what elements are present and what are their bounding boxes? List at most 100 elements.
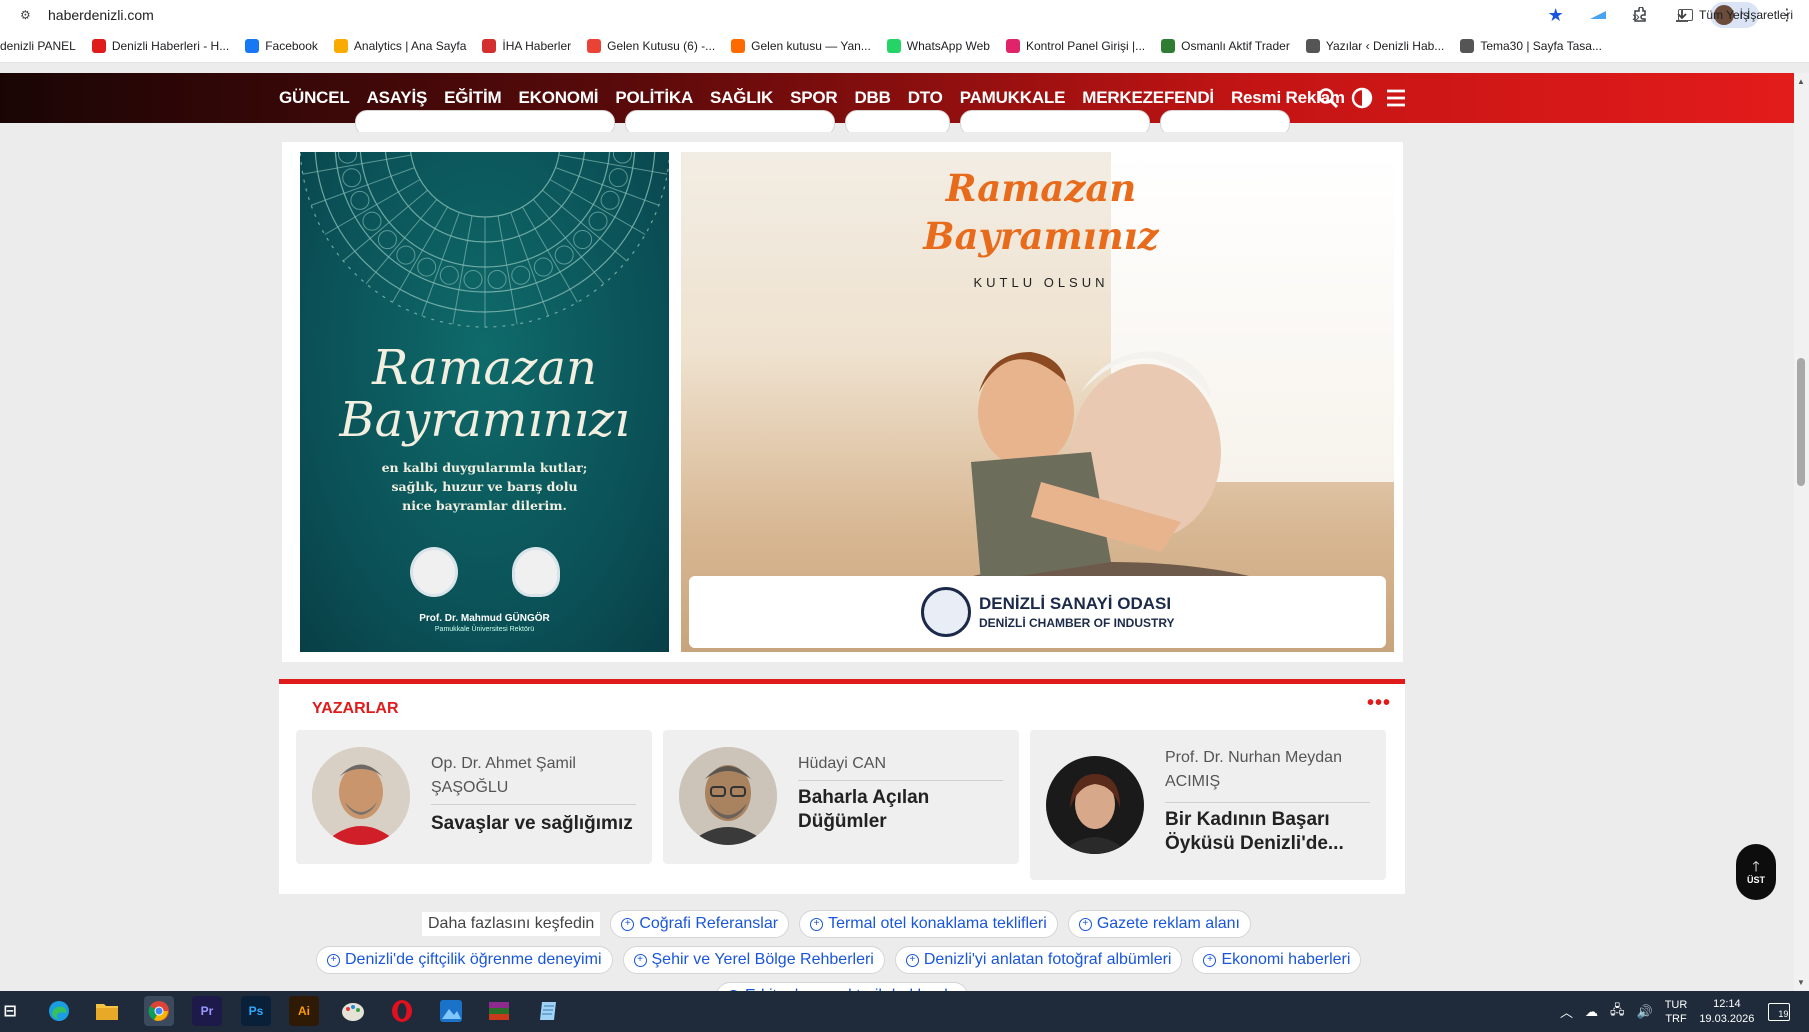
tag-chip[interactable] [1160,110,1290,132]
writer-article-title[interactable]: Baharla Açılan Düğümler [798,786,1008,834]
writer-card[interactable]: Prof. Dr. Nurhan Meydan ACIMIŞ Bir Kadın… [1030,730,1386,880]
plus-circle-icon: + [905,953,919,967]
writer-article-title[interactable]: Savaşlar ve sağlığımız [431,812,641,836]
tag-chip[interactable] [845,110,950,132]
search-icon[interactable] [1316,86,1340,110]
language-line1: TUR [1664,998,1688,1011]
discover-chip[interactable]: + Şehir ve Yerel Bölge Rehberleri [622,946,885,974]
dark-mode-toggle-icon[interactable] [1350,86,1374,110]
winrar-icon[interactable] [484,996,514,1026]
plus-circle-icon: + [1078,917,1092,931]
tag-chip[interactable] [960,110,1150,132]
all-bookmarks-button[interactable]: Tüm Yer İşaretleri [1678,8,1793,22]
site-settings-icon[interactable]: ⚙ [20,9,36,21]
discover-chip-label: Termal otel konaklama teklifleri [828,915,1047,932]
nav-link[interactable]: MERKEZEFENDİ [1082,88,1214,108]
bookmark-item[interactable]: Tema30 | Sayfa Tasa... [1460,39,1602,53]
discover-label: Daha fazlasını keşfedin [422,912,601,936]
bookmark-item[interactable]: Yazılar ‹ Denizli Hab... [1305,39,1444,53]
bookmark-item[interactable]: Analytics | Ana Sayfa [333,39,466,53]
bookmark-label: Gelen Kutusu (6) -... [607,39,716,53]
scroll-up-arrow-icon[interactable]: ▲ [1797,77,1805,86]
bookmark-item[interactable]: Kontrol Panel Girişi |... [1005,39,1146,53]
bookmark-label: Osmanlı Aktif Trader [1181,39,1290,53]
paint-icon[interactable] [338,996,368,1026]
task-view-icon[interactable]: ⊟ [0,996,20,1026]
discover-chip[interactable]: + Coğrafi Referanslar [610,910,790,938]
writer-card[interactable]: Op. Dr. Ahmet Şamil ŞAŞOĞLU Savaşlar ve … [296,730,652,864]
notepad-icon[interactable] [534,996,564,1026]
nav-link[interactable]: SPOR [790,88,838,108]
tray-chevron-icon[interactable]: ︿ [1560,1002,1573,1021]
writers-more-button[interactable]: ••• [1367,692,1391,715]
tag-chip[interactable] [355,110,615,132]
volume-icon[interactable]: 🔊 [1637,1004,1653,1020]
opera-icon[interactable] [387,996,417,1026]
bookmarks-overflow-button[interactable]: » [1632,8,1640,24]
writers-heading[interactable]: YAZARLAR [312,700,399,718]
discover-chip[interactable]: + Denizli'de çiftçilik öğrenme deneyimi [316,946,613,974]
sync-icon[interactable] [1584,1,1612,29]
nav-link[interactable]: PAMUKKALE [960,88,1066,108]
writer-name: Hüdayi CAN [798,755,887,772]
nav-link[interactable]: SAĞLIK [710,88,773,108]
photoshop-icon[interactable]: Ps [241,996,271,1026]
taskbar-clock[interactable]: 12:14 19.03.2026 [1699,997,1754,1027]
ad-right-org-en: DENİZLİ CHAMBER OF INDUSTRY [979,616,1175,630]
bookmark-label: İHA Haberler [502,39,572,53]
scroll-down-arrow-icon[interactable]: ▼ [1797,978,1805,987]
discover-chip[interactable]: + Denizli'yi anlatan fotoğraf albümleri [894,946,1183,974]
network-icon[interactable]: 🖧 [1610,1001,1625,1023]
ad-right-subtitle: KUTLU OLSUN [973,275,1109,290]
ad-left-message-line: sağlık, huzur ve barış dolu [391,479,578,494]
bookmark-label: Denizli Haberleri - H... [111,39,230,53]
premiere-icon[interactable]: Pr [192,996,222,1026]
nav-link[interactable]: ASAYİŞ [367,88,428,108]
bookmark-favicon-icon [731,39,746,53]
bookmark-item[interactable]: Facebook [245,39,318,53]
bookmark-item[interactable]: Denizli Haberleri - H... [91,39,230,53]
edge-icon[interactable] [44,996,74,1026]
windows-taskbar: ⊟ Pr Ps Ai ︿ ☁ 🖧 🔊 TUR TRF 12:14 19.03.2… [0,991,1809,1032]
nav-link[interactable]: DTO [908,88,943,108]
ad-banner-section: Ramazan Bayramınızı en kalbi duygularıml… [282,142,1403,662]
bookmark-label: denizli PANEL [0,39,76,53]
arrow-up-icon: 🡑 [1752,858,1760,874]
chrome-icon[interactable] [144,996,174,1026]
writer-card[interactable]: Hüdayi CAN Baharla Açılan Düğümler [663,730,1019,864]
page-scrollbar[interactable]: ▲ ▼ [1794,73,1809,991]
bookmark-item[interactable]: Gelen kutusu — Yan... [731,39,871,53]
bookmark-star-icon[interactable]: ★ [1542,1,1570,29]
nav-link[interactable]: GÜNCEL [279,88,350,108]
nav-link[interactable]: EĞİTİM [444,88,502,108]
university-holiday-ad[interactable]: Ramazan Bayramınızı en kalbi duygularıml… [300,152,669,652]
nav-link[interactable]: DBB [854,88,890,108]
notification-center-icon[interactable]: 19 [1768,1002,1791,1021]
nav-link[interactable]: POLİTİKA [615,88,693,108]
back-to-top-button[interactable]: 🡑 ÜST [1736,844,1776,900]
bookmark-label: Kontrol Panel Girişi |... [1025,39,1146,53]
bookmark-item[interactable]: İHA Haberler [482,39,571,53]
language-indicator[interactable]: TUR TRF [1665,998,1688,1026]
discover-chip[interactable]: + Termal otel konaklama teklifleri [799,910,1058,938]
university-logos [410,547,560,597]
file-explorer-icon[interactable] [92,996,122,1026]
illustrator-icon[interactable]: Ai [289,996,319,1026]
discover-chip[interactable]: + Gazete reklam alanı [1067,910,1251,938]
nav-link[interactable]: EKONOMİ [518,88,598,108]
url-text[interactable]: haberdenizli.com [48,7,154,23]
hamburger-menu-icon[interactable] [1384,86,1408,110]
bookmark-item[interactable]: Gelen Kutusu (6) -... [587,39,715,53]
bookmark-item[interactable]: WhatsApp Web [886,39,990,53]
writer-article-title[interactable]: Bir Kadının Başarı Öyküsü Denizli'de... [1165,808,1375,856]
photos-icon[interactable] [436,996,466,1026]
ad-left-title: Ramazan Bayramınızı [300,342,669,446]
onedrive-icon[interactable]: ☁ [1585,1004,1598,1020]
chamber-holiday-ad[interactable]: Ramazan Bayramınız KUTLU OLSUN DENİZLİ S… [681,152,1394,652]
writer-photo [1046,756,1144,854]
discover-chip[interactable]: + Ekonomi haberleri [1192,946,1362,974]
tag-chip[interactable] [625,110,835,132]
scrollbar-thumb[interactable] [1797,358,1805,486]
bookmark-item[interactable]: denizli PANEL [0,39,76,53]
bookmark-item[interactable]: Osmanlı Aktif Trader [1161,39,1290,53]
